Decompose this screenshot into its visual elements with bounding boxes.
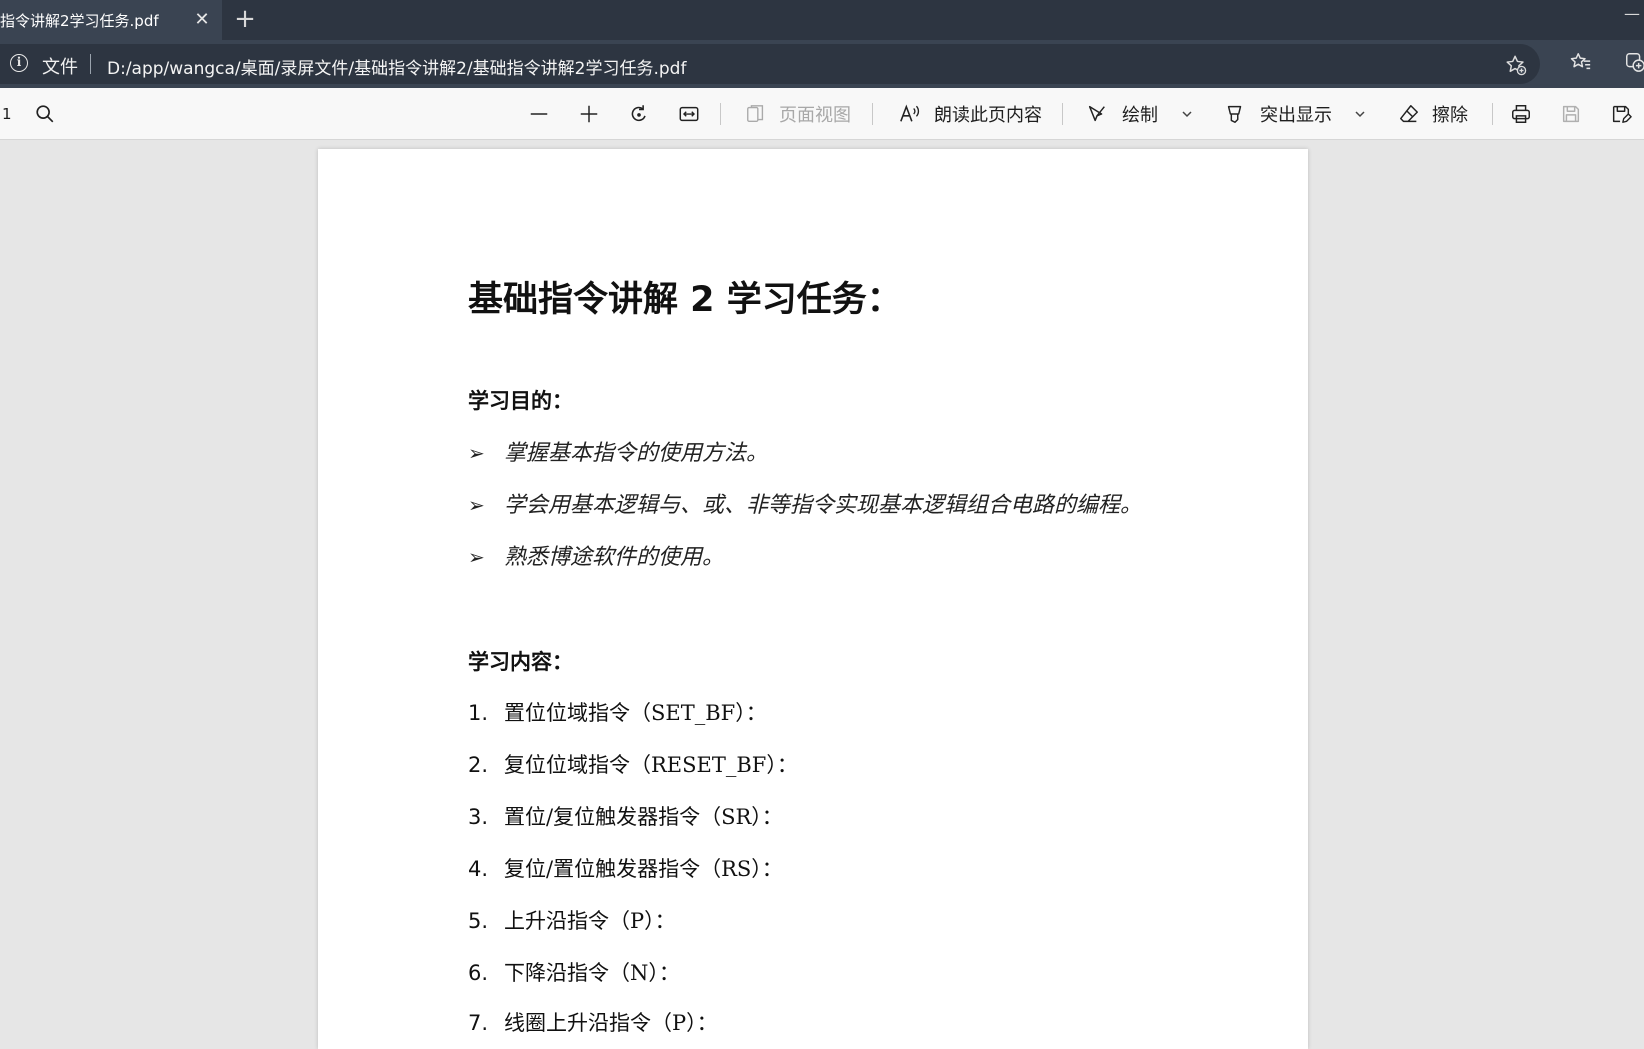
- address-separator: [90, 54, 91, 74]
- list-item: 5. 上升沿指令（P）：: [468, 905, 676, 935]
- bullet-arrow-icon: ➢: [468, 493, 485, 517]
- plus-icon: [580, 105, 598, 123]
- list-text: 置位位域指令（SET_BF）：: [504, 701, 767, 725]
- fit-width-icon: [679, 106, 699, 122]
- tab-bar: 指令讲解2学习任务.pdf ✕ + —: [0, 0, 1644, 40]
- goals-heading: 学习目的：: [468, 389, 573, 413]
- read-aloud-button[interactable]: 朗读此页内容: [898, 88, 1042, 140]
- goal-text: 学会用基本逻辑与、或、非等指令实现基本逻辑组合电路的编程。: [504, 493, 1143, 518]
- page-view-icon: [747, 105, 764, 123]
- eraser-icon: [1400, 105, 1418, 123]
- save-as-icon: [1612, 105, 1632, 123]
- list-item: 4. 复位/置位触发器指令（RS）：: [468, 853, 783, 883]
- url-text[interactable]: D:/app/wangca/桌面/录屏文件/基础指令讲解2/基础指令讲解2学习任…: [107, 54, 686, 79]
- chevron-down-icon: [1182, 111, 1192, 118]
- list-number: 3.: [468, 805, 489, 829]
- goal-item: ➢ 学会用基本逻辑与、或、非等指令实现基本逻辑组合电路的编程。: [468, 487, 1142, 519]
- goal-text: 熟悉博途软件的使用。: [504, 545, 725, 570]
- rotate-button[interactable]: [628, 88, 650, 140]
- save-as-button[interactable]: [1610, 88, 1632, 140]
- address-bar: i 文件 D:/app/wangca/桌面/录屏文件/基础指令讲解2/基础指令讲…: [0, 40, 1644, 88]
- print-button[interactable]: [1510, 88, 1532, 140]
- toolbar-separator: [872, 103, 873, 125]
- search-button[interactable]: [34, 88, 56, 140]
- goal-item: ➢ 掌握基本指令的使用方法。: [468, 435, 768, 467]
- list-number: 7.: [468, 1011, 489, 1035]
- page-view-button[interactable]: 页面视图: [745, 88, 851, 140]
- list-text: 复位位域指令（RESET_BF）：: [504, 753, 798, 777]
- bullet-arrow-icon: ➢: [468, 545, 485, 569]
- list-item: 7. 线圈上升沿指令（P）：: [468, 1007, 718, 1037]
- draw-icon: [1088, 105, 1105, 122]
- minimize-icon[interactable]: —: [1620, 4, 1644, 24]
- rotate-icon: [631, 105, 646, 122]
- info-icon[interactable]: i: [10, 54, 28, 72]
- new-tab-icon[interactable]: +: [232, 6, 258, 34]
- pdf-toolbar: 1 页面视图 朗读此页内容 绘制 突出显示 擦除: [0, 88, 1644, 140]
- erase-label: 擦除: [1432, 105, 1468, 126]
- save-button[interactable]: [1560, 88, 1582, 140]
- toolbar-separator: [720, 103, 721, 125]
- draw-label: 绘制: [1122, 105, 1158, 126]
- goal-item: ➢ 熟悉博途软件的使用。: [468, 539, 724, 571]
- list-text: 下降沿指令（N）：: [504, 961, 680, 985]
- list-item: 1. 置位位域指令（SET_BF）：: [468, 697, 767, 727]
- search-icon: [36, 105, 54, 123]
- list-item: 3. 置位/复位触发器指令（SR）：: [468, 801, 783, 831]
- zoom-out-button[interactable]: [528, 88, 550, 140]
- file-label: 文件: [42, 57, 78, 78]
- add-favorite-icon[interactable]: [1505, 54, 1527, 76]
- read-aloud-icon: [900, 104, 920, 122]
- tab-title: 指令讲解2学习任务.pdf: [0, 11, 159, 30]
- minus-icon: [530, 113, 548, 115]
- goal-text: 掌握基本指令的使用方法。: [504, 441, 769, 466]
- address-field[interactable]: i 文件 D:/app/wangca/桌面/录屏文件/基础指令讲解2/基础指令讲…: [0, 44, 1540, 84]
- list-text: 复位/置位触发器指令（RS）：: [504, 857, 783, 881]
- content-heading: 学习内容：: [468, 650, 573, 674]
- list-text: 线圈上升沿指令（P）：: [504, 1011, 718, 1035]
- fit-width-button[interactable]: [678, 88, 700, 140]
- page-view-label: 页面视图: [779, 105, 851, 126]
- highlight-button[interactable]: 突出显示: [1224, 88, 1332, 140]
- print-icon: [1512, 105, 1530, 123]
- list-item: 6. 下降沿指令（N）：: [468, 957, 680, 987]
- highlight-options-dropdown[interactable]: [1353, 88, 1367, 140]
- collections-icon[interactable]: [1624, 51, 1644, 73]
- list-text: 置位/复位触发器指令（SR）：: [504, 805, 783, 829]
- list-number: 2.: [468, 753, 489, 777]
- toolbar-separator: [1492, 103, 1493, 125]
- favorites-icon[interactable]: [1570, 51, 1592, 73]
- tab-active[interactable]: 指令讲解2学习任务.pdf ✕: [0, 0, 222, 40]
- list-number: 6.: [468, 961, 489, 985]
- highlight-label: 突出显示: [1260, 105, 1332, 126]
- list-item: 2. 复位位域指令（RESET_BF）：: [468, 749, 798, 779]
- list-number: 4.: [468, 857, 489, 881]
- list-number: 1.: [468, 701, 489, 725]
- bullet-arrow-icon: ➢: [468, 441, 485, 465]
- zoom-in-button[interactable]: [578, 88, 600, 140]
- page-number[interactable]: 1: [2, 88, 12, 140]
- read-aloud-label: 朗读此页内容: [934, 105, 1042, 126]
- erase-button[interactable]: 擦除: [1398, 88, 1468, 140]
- highlight-icon: [1227, 105, 1242, 123]
- document-title: 基础指令讲解 2 学习任务：: [468, 280, 902, 320]
- toolbar-separator: [1062, 103, 1063, 125]
- draw-options-dropdown[interactable]: [1180, 88, 1194, 140]
- save-icon: [1562, 105, 1580, 123]
- close-tab-icon[interactable]: ✕: [192, 10, 212, 30]
- chevron-down-icon: [1355, 111, 1365, 118]
- list-number: 5.: [468, 909, 489, 933]
- draw-button[interactable]: 绘制: [1086, 88, 1158, 140]
- pdf-page: 基础指令讲解 2 学习任务： 学习目的： ➢ 掌握基本指令的使用方法。 ➢ 学会用基…: [318, 149, 1308, 1049]
- list-text: 上升沿指令（P）：: [504, 909, 676, 933]
